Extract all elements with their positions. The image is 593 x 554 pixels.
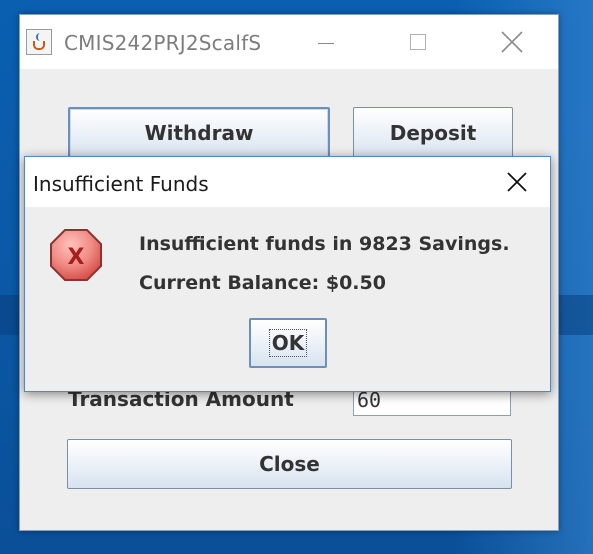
deposit-button[interactable]: Deposit — [353, 107, 513, 159]
window-title: CMIS242PRJ2ScalfS — [64, 31, 262, 55]
dialog-title: Insufficient Funds — [33, 172, 209, 196]
close-button[interactable]: Close — [67, 439, 512, 489]
dialog-titlebar: Insufficient Funds — [25, 157, 550, 207]
error-message-line-1: Insufficient funds in 9823 Savings. — [139, 233, 510, 255]
withdraw-button[interactable]: Withdraw — [68, 107, 330, 159]
ok-button[interactable]: OK — [249, 318, 327, 368]
insufficient-funds-dialog: Insufficient Funds X Insufficient funds … — [24, 156, 551, 392]
dialog-close-button[interactable] — [495, 165, 539, 199]
java-app-icon — [26, 29, 52, 55]
main-titlebar: CMIS242PRJ2ScalfS — [20, 15, 558, 69]
ok-button-label: OK — [268, 329, 308, 357]
svg-text:X: X — [68, 245, 85, 270]
close-icon — [501, 31, 523, 53]
maximize-button[interactable] — [396, 25, 442, 59]
minimize-button[interactable] — [302, 25, 348, 59]
error-icon: X — [50, 229, 102, 281]
close-icon — [507, 172, 527, 192]
error-message-line-2: Current Balance: $0.50 — [139, 272, 386, 294]
close-window-button[interactable] — [488, 25, 534, 59]
